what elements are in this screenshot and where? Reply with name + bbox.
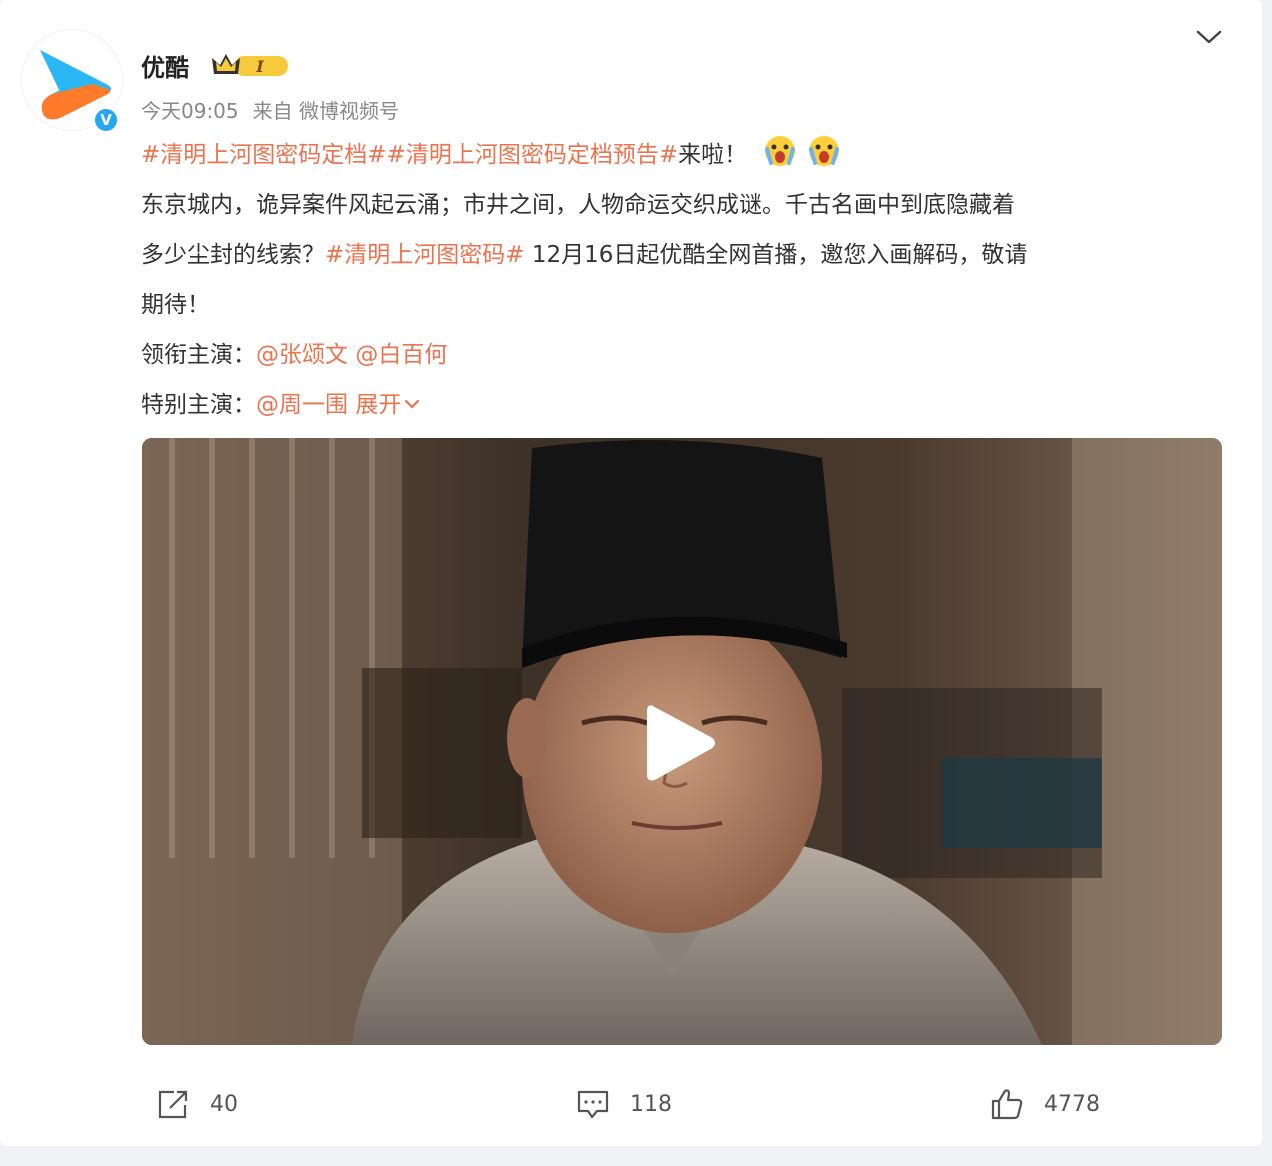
like-icon: [991, 1089, 1023, 1120]
timestamp[interactable]: 今天09:05: [141, 99, 239, 123]
like-button[interactable]: 4778: [990, 1086, 1100, 1122]
mention-link[interactable]: @张颂文: [256, 342, 348, 368]
post-source: 来自 微博视频号: [252, 99, 399, 123]
special-cast-line: 特别主演：@周一围 展开: [141, 380, 1226, 430]
weibo-post-card: V 优酷 I 今天09:05 来自 微博视频号 #清明上河图密码定档##清明上河图…: [0, 0, 1262, 1146]
surprised-emoji-icon: [809, 136, 840, 166]
content-text: 12月16日起优酷全网首播，邀您入画解码，敬请: [524, 242, 1028, 268]
verified-icon: V: [93, 107, 119, 133]
surprised-emoji-icon: [765, 136, 796, 166]
play-icon[interactable]: [640, 703, 720, 783]
content-line-2: 东京城内，诡异案件风起云涌；市井之间，人物命运交织成谜。千古名画中到底隐藏着: [141, 192, 1015, 218]
comment-icon: [577, 1090, 609, 1119]
username[interactable]: 优酷: [141, 48, 189, 83]
mention-link[interactable]: @白百何: [355, 342, 447, 368]
content-line-4: 期待！: [141, 292, 210, 318]
share-button[interactable]: 40: [156, 1086, 238, 1122]
post-content: #清明上河图密码定档##清明上河图密码定档预告#来啦！ 东京城内，诡异案件风起云…: [141, 130, 1226, 430]
hashtag-link[interactable]: #清明上河图密码#: [325, 242, 525, 268]
crown-icon: [212, 54, 240, 74]
hashtag-link[interactable]: #清明上河图密码定档##清明上河图密码定档预告#: [141, 142, 678, 168]
lead-cast-line: 领衔主演：@张颂文 @白百何: [141, 330, 1226, 380]
chevron-down-icon[interactable]: [1194, 24, 1224, 48]
vip-badge[interactable]: I: [210, 50, 292, 80]
like-count: 4778: [1044, 1091, 1100, 1117]
comment-count: 118: [630, 1091, 672, 1117]
share-icon: [158, 1090, 188, 1119]
expand-link[interactable]: 展开: [355, 392, 421, 418]
content-line-3: 多少尘封的线索？#清明上河图密码# 12月16日起优酷全网首播，邀您入画解码，敬…: [141, 230, 1226, 280]
expand-label: 展开: [355, 392, 402, 418]
content-line-1: #清明上河图密码定档##清明上河图密码定档预告#来啦！: [141, 130, 1226, 180]
share-count: 40: [210, 1091, 238, 1117]
lead-cast-label: 领衔主演：: [141, 342, 256, 368]
comment-button[interactable]: 118: [576, 1086, 672, 1122]
content-text: 来啦！: [678, 142, 748, 168]
special-cast-label: 特别主演：: [141, 392, 256, 418]
post-meta: 今天09:05 来自 微博视频号: [141, 95, 413, 124]
mention-link[interactable]: @周一围: [256, 392, 348, 418]
vip-level: I: [255, 57, 264, 76]
content-text: 多少尘封的线索？: [141, 242, 325, 268]
chevron-down-icon: [405, 399, 420, 409]
